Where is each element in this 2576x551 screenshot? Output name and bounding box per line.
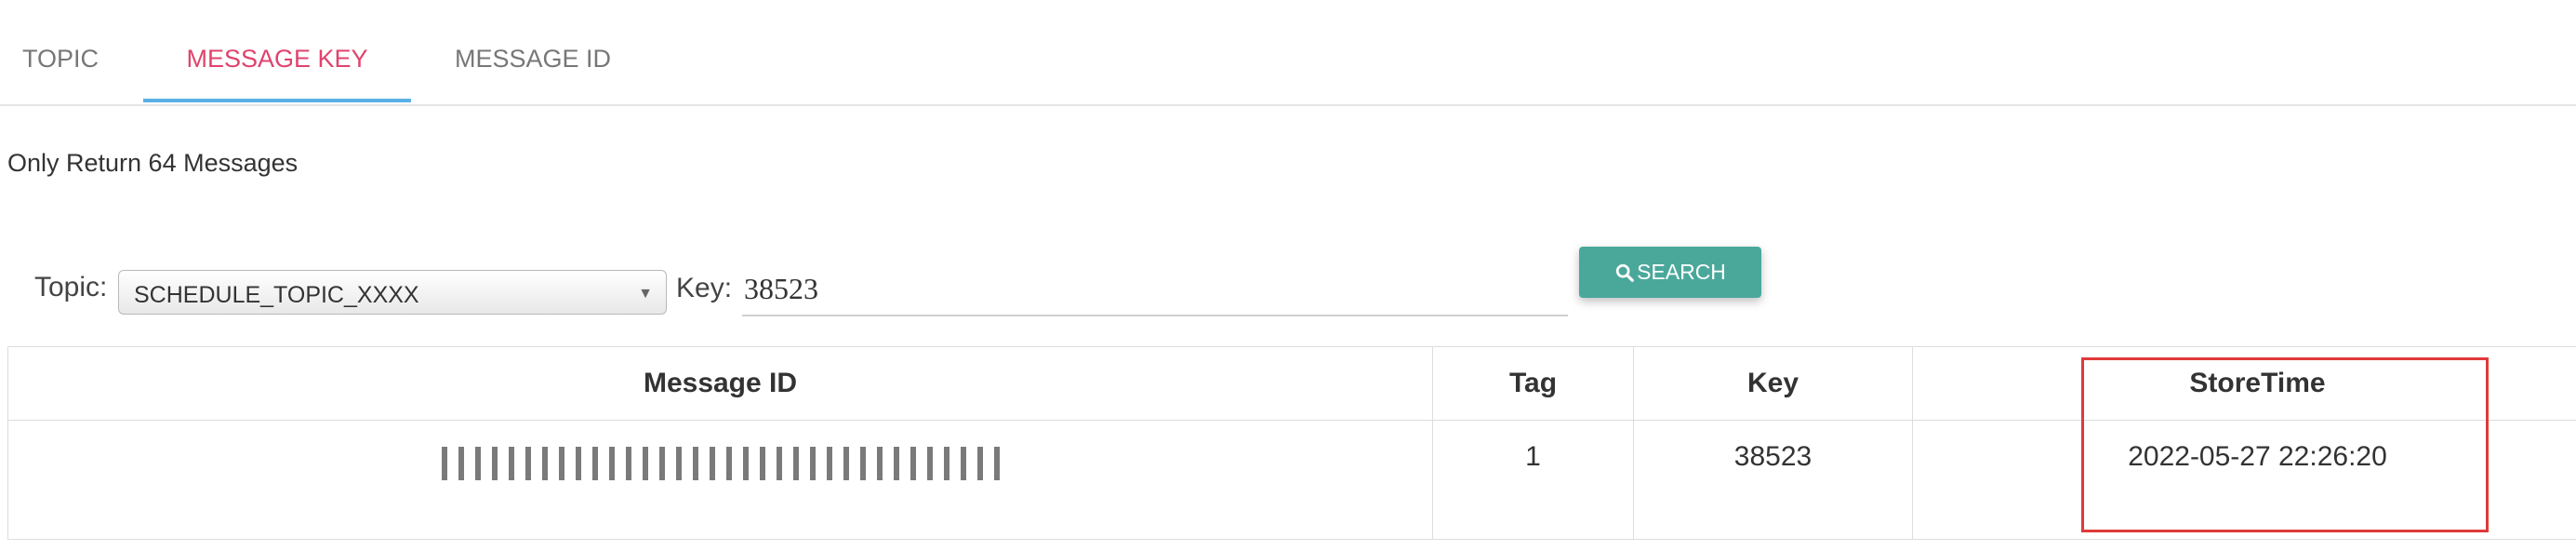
table-header-row: Message ID Tag Key StoreTime	[7, 346, 2576, 421]
header-key: Key	[1633, 346, 1913, 421]
search-button-label: SEARCH	[1637, 260, 1726, 284]
tab-topic[interactable]: TOPIC	[0, 0, 121, 104]
tab-message-key[interactable]: MESSAGE KEY	[143, 0, 411, 104]
redacted-message-id	[441, 447, 1000, 480]
table-row[interactable]: 1 38523 2022-05-27 22:26:20	[7, 420, 2576, 540]
cell-tag: 1	[1432, 420, 1634, 540]
results-table: Message ID Tag Key StoreTime 1 38523 202…	[7, 346, 2576, 540]
topic-select-value: SCHEDULE_TOPIC_XXXX	[134, 282, 419, 308]
tab-message-id[interactable]: MESSAGE ID	[430, 0, 636, 104]
header-message-id: Message ID	[7, 346, 1433, 421]
topic-select[interactable]: SCHEDULE_TOPIC_XXXX ▼	[118, 270, 667, 315]
key-input[interactable]	[742, 262, 1568, 316]
topic-label: Topic:	[34, 272, 108, 302]
tab-bar: TOPIC MESSAGE KEY MESSAGE ID	[0, 0, 2576, 106]
active-tab-indicator	[143, 99, 411, 102]
header-tag: Tag	[1432, 346, 1634, 421]
header-storetime: StoreTime	[1912, 346, 2576, 421]
search-icon	[1615, 263, 1634, 282]
cell-key: 38523	[1633, 420, 1913, 540]
cell-storetime: 2022-05-27 22:26:20	[1912, 420, 2576, 540]
chevron-down-icon: ▼	[638, 286, 653, 302]
cell-message-id[interactable]	[7, 420, 1433, 540]
result-limit-note: Only Return 64 Messages	[7, 149, 299, 177]
search-button[interactable]: SEARCH	[1579, 247, 1761, 298]
key-label: Key:	[676, 273, 733, 303]
